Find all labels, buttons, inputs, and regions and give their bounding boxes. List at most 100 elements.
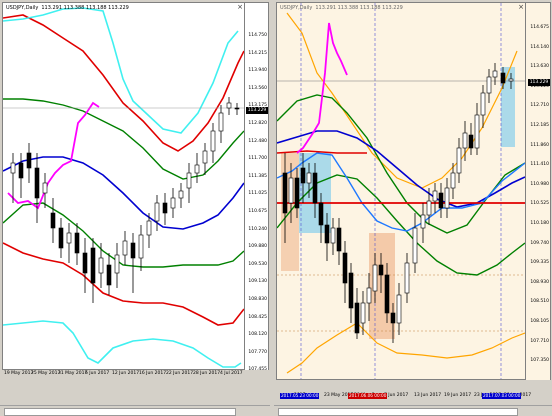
- price-tick-label: 114.215: [248, 50, 267, 56]
- price-tick-label: 110.525: [530, 201, 549, 207]
- price-tick-label: 113.940: [248, 68, 267, 74]
- candle-body: [468, 134, 474, 149]
- ohlc-values: 113.291 113.388 113.188 113.229: [41, 5, 129, 11]
- price-tick-label: 107.770: [248, 349, 267, 355]
- price-tick-label: 107.710: [530, 338, 549, 344]
- candle-body: [300, 167, 306, 184]
- price-tick-label: 111.385: [248, 173, 267, 179]
- price-tick-label: 107.350: [530, 358, 549, 364]
- candle-body: [98, 257, 104, 274]
- candle-body: [336, 227, 342, 252]
- time-tick-label: 19 Jun 2017: [444, 393, 472, 398]
- price-tick-label: 108.105: [530, 319, 549, 324]
- candle-body: [154, 202, 160, 222]
- current-price-box: 113.229: [246, 107, 268, 114]
- candle-body: [138, 234, 144, 259]
- time-tick-label: 6 Jun 2017: [85, 371, 110, 376]
- price-tick-label: 108.425: [248, 314, 267, 320]
- symbol-timeframe-label: USDJPY,Daily: [6, 5, 39, 11]
- candle-body: [178, 190, 184, 199]
- ma-line-green: [3, 98, 244, 180]
- price-tick-label: 112.480: [248, 138, 267, 144]
- candle-body: [372, 264, 378, 292]
- time-tick-label: 16 Jun 2017: [139, 371, 167, 376]
- candle-body: [360, 302, 366, 324]
- candle-body: [432, 190, 438, 202]
- chart-plot-area-left[interactable]: USDJPY,Daily 113.291 113.388 113.188 113.…: [2, 2, 245, 370]
- candle-body: [508, 78, 514, 82]
- price-tick-label: 109.530: [248, 261, 267, 267]
- candle-body: [412, 227, 418, 264]
- price-tick-label: 111.025: [248, 191, 267, 197]
- time-tick-label: 19 May 2017: [4, 371, 34, 376]
- candle-body: [58, 227, 64, 249]
- chart-plot-area-right[interactable]: USDJPY,Daily 113.291 113.388 113.188 113.…: [276, 2, 526, 380]
- candle-body: [122, 240, 128, 256]
- candle-body: [456, 147, 462, 174]
- price-scale-right[interactable]: 114.675 114.140 113.630 113.225 112.710 112.1…: [526, 2, 551, 380]
- candle-body: [404, 262, 410, 294]
- candle-body: [366, 287, 372, 304]
- candle-body: [218, 112, 224, 132]
- close-chart-button[interactable]: ×: [236, 3, 244, 11]
- candle-body: [202, 150, 208, 164]
- price-tick-label: 108.120: [248, 332, 267, 338]
- price-tick-label: 110.240: [248, 226, 267, 232]
- symbol-timeframe-label: USDJPY,Daily: [280, 5, 313, 11]
- candle-body: [34, 167, 40, 199]
- price-tick-label: 108.930: [530, 279, 549, 285]
- candle-body: [18, 162, 24, 179]
- price-scale-left[interactable]: 114.750 114.215 113.940 113.560 113.175 112.8…: [245, 2, 269, 372]
- ma-line-magenta: [296, 22, 348, 154]
- ma-line-cyan: [3, 320, 242, 368]
- price-tick-label: 111.700: [248, 156, 267, 162]
- price-tick-label: 113.560: [248, 85, 267, 91]
- ma-line-red: [3, 242, 244, 326]
- candle-body: [186, 172, 192, 189]
- chart-window-left[interactable]: USDJPY,Daily 113.291 113.388 113.188 113.…: [0, 0, 270, 416]
- candle-body: [438, 192, 444, 209]
- candle-body: [90, 247, 96, 284]
- candle-body: [396, 294, 402, 324]
- candle-body: [194, 164, 200, 174]
- price-tick-label: 110.980: [530, 181, 549, 187]
- close-chart-button[interactable]: ×: [517, 3, 525, 11]
- time-tick-label: 7 Jun 2017: [384, 393, 409, 398]
- candle-body: [500, 72, 506, 84]
- chart-canvas-right[interactable]: [277, 3, 525, 379]
- chart-window-right[interactable]: USDJPY,Daily 113.291 113.388 113.188 113.…: [274, 0, 552, 416]
- scrollbar-track[interactable]: [4, 408, 236, 416]
- candle-body: [82, 252, 88, 274]
- candle-body: [378, 264, 384, 276]
- horizontal-scrollbar-right[interactable]: [274, 405, 552, 416]
- current-price-box: 113.229: [528, 79, 550, 86]
- ma-line-red: [277, 150, 367, 154]
- chart-canvas-left[interactable]: [3, 3, 244, 369]
- horizontal-scrollbar-left[interactable]: [0, 405, 270, 416]
- candle-body: [130, 242, 136, 259]
- ma-line-magenta: [7, 101, 100, 210]
- price-tick-label: 109.335: [530, 260, 549, 266]
- candle-body: [294, 177, 300, 209]
- candle-body: [146, 220, 152, 236]
- candle-body: [312, 172, 318, 204]
- timestamp-label: 2017.07.03 00:00: [482, 393, 522, 399]
- candle-body: [330, 227, 336, 244]
- candle-body: [354, 302, 360, 334]
- time-tick-label: 4 Jul 2017: [220, 371, 243, 376]
- time-tick-label: 25 May 2017: [31, 371, 61, 376]
- ma-line-cyan: [3, 7, 239, 134]
- scrollbar-track[interactable]: [278, 408, 518, 416]
- candle-body: [288, 177, 294, 204]
- candle-body: [210, 130, 216, 152]
- price-tick-label: 109.880: [248, 244, 267, 250]
- band-line-orange: [286, 322, 525, 374]
- candle-body: [318, 202, 324, 226]
- price-tick-label: 111.860: [530, 142, 549, 148]
- price-tick-label: 112.820: [248, 121, 267, 126]
- price-tick-label: 114.750: [248, 33, 267, 38]
- time-tick-label: 28 Jun 2017: [193, 371, 221, 376]
- price-tick-label: 112.710: [530, 103, 549, 109]
- time-tick-label: 13 Jun 2017: [414, 393, 442, 398]
- price-tick-label: 114.140: [530, 44, 549, 50]
